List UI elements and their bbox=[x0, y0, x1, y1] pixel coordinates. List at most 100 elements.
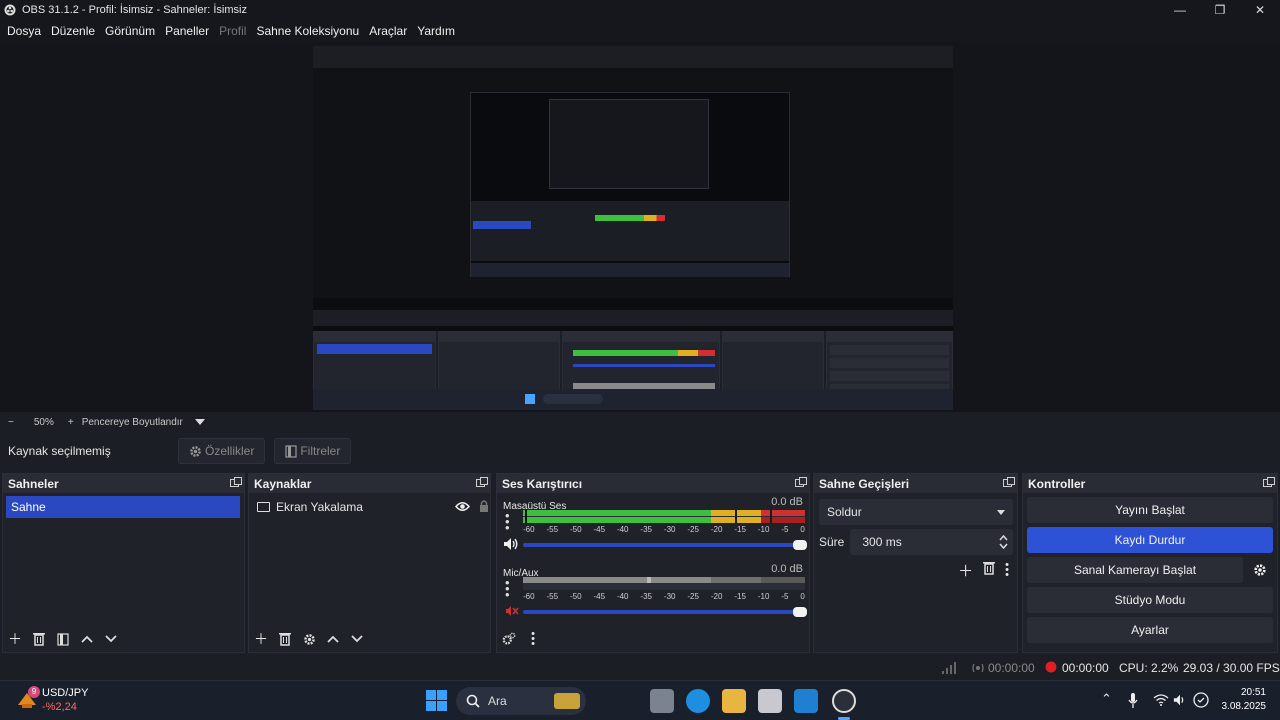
menu-tools[interactable]: Araçlar bbox=[364, 24, 412, 38]
lock-icon[interactable] bbox=[479, 500, 489, 512]
zoom-in-button[interactable]: + bbox=[68, 417, 74, 428]
undock-icon[interactable] bbox=[1263, 477, 1275, 487]
advanced-audio-gear-icon[interactable] bbox=[501, 631, 517, 647]
obs-taskbar-icon[interactable] bbox=[832, 689, 856, 713]
speaker-icon[interactable] bbox=[503, 537, 519, 551]
maximize-button[interactable]: ❐ bbox=[1200, 0, 1240, 20]
microphone-icon[interactable] bbox=[1128, 693, 1138, 709]
virtual-camera-settings-gear-icon[interactable] bbox=[1247, 563, 1273, 577]
move-up-icon[interactable] bbox=[79, 631, 95, 647]
scene-item-sahne[interactable]: Sahne bbox=[6, 496, 240, 518]
move-down-icon[interactable] bbox=[349, 631, 365, 647]
scene-filters-icon[interactable] bbox=[55, 631, 71, 647]
undock-icon[interactable] bbox=[795, 477, 807, 487]
close-button[interactable]: ✕ bbox=[1240, 0, 1280, 20]
remove-transition-icon[interactable] bbox=[983, 561, 996, 579]
filters-button[interactable]: Filtreler bbox=[274, 438, 352, 464]
edge-browser-icon[interactable] bbox=[686, 689, 710, 713]
menu-docks[interactable]: Paneller bbox=[160, 24, 214, 38]
menu-scene-collection[interactable]: Sahne Koleksiyonu bbox=[251, 24, 364, 38]
transition-menu-icon[interactable]: • • • bbox=[1005, 559, 1009, 580]
widget-badge: 9 bbox=[28, 686, 40, 698]
record-dot-icon bbox=[1045, 661, 1057, 673]
scenes-footer: ＋ bbox=[3, 626, 244, 652]
settings-button[interactable]: Ayarlar bbox=[1027, 617, 1273, 643]
fit-to-window-label[interactable]: Pencereye Boyutlandır bbox=[82, 417, 183, 428]
scale-tick-label: -10 bbox=[757, 592, 770, 601]
eye-icon[interactable] bbox=[455, 501, 470, 512]
volume-slider[interactable] bbox=[523, 607, 807, 617]
undock-icon[interactable] bbox=[230, 477, 242, 487]
move-up-icon[interactable] bbox=[325, 631, 341, 647]
nested-preview bbox=[313, 68, 953, 298]
task-view-icon[interactable] bbox=[650, 689, 674, 713]
transitions-title: Sahne Geçişleri bbox=[819, 476, 910, 491]
speaker-muted-icon[interactable] bbox=[503, 604, 519, 618]
channel-menu-icon[interactable]: • • • bbox=[505, 509, 513, 534]
menu-bar: Dosya Düzenle Görünüm Paneller Profil Sa… bbox=[0, 20, 1280, 42]
add-scene-icon[interactable]: ＋ bbox=[7, 631, 23, 647]
undock-icon[interactable] bbox=[476, 477, 488, 487]
remove-scene-icon[interactable] bbox=[31, 631, 47, 647]
stop-recording-button[interactable]: Kaydı Durdur bbox=[1027, 527, 1273, 553]
snipping-tool-icon[interactable] bbox=[758, 689, 782, 713]
clock-time[interactable]: 20:51 bbox=[1216, 687, 1266, 698]
menu-view[interactable]: Görünüm bbox=[100, 24, 160, 38]
virtualcam-row: Sanal Kamerayı Başlat bbox=[1027, 557, 1273, 583]
windows-start-icon[interactable] bbox=[426, 690, 447, 711]
filter-icon bbox=[285, 444, 297, 458]
volume-slider[interactable] bbox=[523, 540, 807, 550]
wifi-icon[interactable] bbox=[1153, 694, 1169, 706]
sources-title: Kaynaklar bbox=[254, 476, 312, 491]
transition-select[interactable]: Soldur bbox=[819, 499, 1013, 525]
source-properties-gear-icon[interactable] bbox=[301, 631, 317, 647]
clock-date[interactable]: 3.08.2025 bbox=[1206, 701, 1267, 712]
studio-mode-button[interactable]: Stüdyo Modu bbox=[1027, 587, 1273, 613]
gear-icon bbox=[190, 445, 201, 457]
scale-tick-label: 0 bbox=[800, 592, 805, 601]
taskbar-search[interactable]: Ara bbox=[456, 687, 586, 715]
source-item-screen-capture[interactable]: Ekran Yakalama bbox=[257, 496, 490, 518]
menu-file[interactable]: Dosya bbox=[2, 24, 46, 38]
weather-widget-icon[interactable]: 9 bbox=[16, 686, 40, 711]
nested-inner-capture bbox=[470, 92, 790, 277]
undock-icon[interactable] bbox=[1003, 477, 1015, 487]
widget-title[interactable]: USD/JPY bbox=[42, 687, 88, 699]
scale-tick-label: -25 bbox=[687, 592, 699, 601]
transitions-dock-header: Sahne Geçişleri bbox=[814, 474, 1017, 493]
volume-slider-knob[interactable] bbox=[793, 607, 807, 617]
volume-slider-knob[interactable] bbox=[793, 540, 807, 550]
duration-spinbox[interactable]: 300 ms bbox=[850, 529, 1013, 555]
scale-tick-label: -30 bbox=[663, 592, 676, 601]
mixer-menu-icon[interactable]: • • • bbox=[525, 628, 541, 649]
volume-icon[interactable] bbox=[1173, 693, 1187, 707]
nested-menu-bar bbox=[313, 58, 953, 68]
start-virtual-camera-button[interactable]: Sanal Kamerayı Başlat bbox=[1027, 557, 1243, 583]
chevron-up-icon[interactable]: ⌃ bbox=[1101, 691, 1112, 707]
zoom-out-button[interactable]: − bbox=[8, 417, 14, 428]
channel-menu-icon[interactable]: • • • bbox=[505, 576, 513, 601]
scale-tick-label: -25 bbox=[687, 525, 699, 534]
chevron-down-icon[interactable] bbox=[194, 417, 205, 428]
add-source-icon[interactable]: ＋ bbox=[253, 631, 269, 647]
audio-mixer-dock: Ses Karıştırıcı Masaüstü Ses 0.0 dB • • • … bbox=[496, 473, 810, 653]
menu-profile[interactable]: Profil bbox=[214, 24, 251, 38]
remove-source-icon[interactable] bbox=[277, 631, 293, 647]
spin-arrows-icon[interactable] bbox=[999, 534, 1008, 550]
mixer-footer: • • • bbox=[497, 626, 809, 652]
menu-edit[interactable]: Düzenle bbox=[46, 24, 100, 38]
menu-help[interactable]: Yardım bbox=[412, 24, 460, 38]
properties-label: Özellikler bbox=[205, 444, 255, 458]
file-explorer-icon[interactable] bbox=[722, 689, 746, 713]
search-highlight-icon bbox=[554, 693, 580, 709]
properties-button[interactable]: Özellikler bbox=[178, 438, 266, 464]
start-streaming-button[interactable]: Yayını Başlat bbox=[1027, 497, 1273, 523]
app-icon[interactable] bbox=[794, 689, 818, 713]
level-meter bbox=[523, 510, 805, 523]
add-transition-icon[interactable]: ＋ bbox=[958, 560, 973, 581]
move-down-icon[interactable] bbox=[103, 631, 119, 647]
scale-tick-label: -15 bbox=[734, 592, 746, 601]
zoom-bar: − 50% + Pencereye Boyutlandır bbox=[0, 412, 1280, 432]
filters-label: Filtreler bbox=[300, 444, 341, 458]
minimize-button[interactable]: — bbox=[1160, 0, 1200, 20]
